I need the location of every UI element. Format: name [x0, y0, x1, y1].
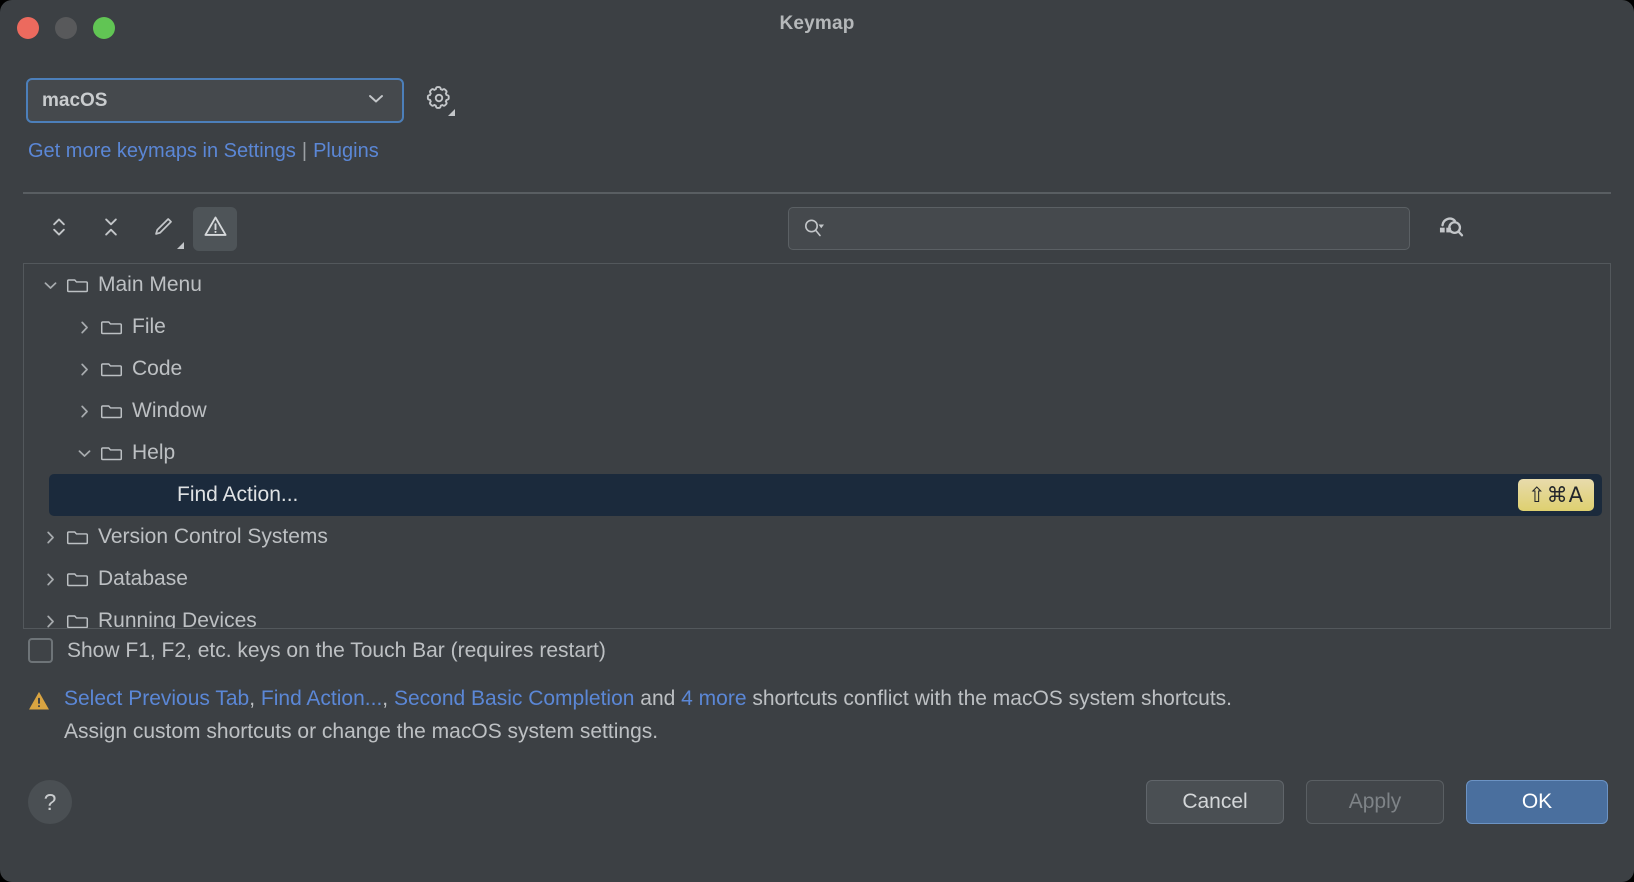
search-input[interactable]	[833, 218, 1397, 239]
conflict-link-2[interactable]: Find Action...	[261, 687, 382, 710]
tree-toolbar	[23, 205, 1611, 257]
collapse-icon	[98, 214, 124, 245]
tree-row[interactable]: Window	[24, 390, 1610, 432]
collapse-all-button[interactable]	[89, 207, 133, 251]
warning-triangle-icon	[26, 688, 52, 748]
edit-shortcut-button[interactable]	[141, 207, 185, 251]
ok-button[interactable]: OK	[1466, 780, 1608, 824]
tree-row[interactable]: Main Menu	[24, 264, 1610, 306]
comma-2: ,	[382, 687, 394, 710]
folder-icon	[62, 568, 92, 591]
conflict-link-1[interactable]: Select Previous Tab	[64, 687, 249, 710]
tree-row-label: Running Devices	[98, 609, 257, 629]
chevron-right-icon[interactable]	[38, 613, 62, 630]
folder-icon	[62, 610, 92, 630]
chevron-right-icon[interactable]	[38, 529, 62, 546]
tree-row-label: Window	[132, 399, 207, 423]
keymap-selector-row: macOS	[26, 78, 456, 123]
keymap-tree[interactable]: Main MenuFileCodeWindowHelpFind Action..…	[23, 263, 1611, 629]
keymap-links: Get more keymaps in Settings|Plugins	[28, 140, 379, 163]
conflict-link-more[interactable]: 4 more	[681, 687, 746, 710]
chevron-down-icon[interactable]	[72, 445, 96, 462]
tree-row-label: Help	[132, 441, 175, 465]
plugins-link[interactable]: Plugins	[313, 140, 379, 162]
conflict-warning-line1: Select Previous Tab, Find Action..., Sec…	[64, 682, 1232, 715]
show-conflicts-button[interactable]	[193, 207, 237, 251]
dropdown-triangle-icon	[177, 242, 184, 249]
touch-bar-checkbox-label: Show F1, F2, etc. keys on the Touch Bar …	[67, 639, 606, 663]
tree-row-label: Find Action...	[177, 483, 298, 507]
touch-bar-checkbox-row[interactable]: Show F1, F2, etc. keys on the Touch Bar …	[28, 638, 606, 663]
tree-row[interactable]: Version Control Systems	[24, 516, 1610, 558]
conflict-warning: Select Previous Tab, Find Action..., Sec…	[26, 682, 1611, 748]
section-divider	[23, 192, 1611, 194]
search-field[interactable]	[788, 207, 1410, 250]
find-by-shortcut-button[interactable]	[1428, 208, 1472, 250]
keymap-dropdown-value: macOS	[42, 90, 107, 112]
tree-row-selected[interactable]: Find Action... ⇧⌘A	[49, 474, 1602, 516]
tree-row[interactable]: Help	[24, 432, 1610, 474]
pencil-icon	[150, 214, 176, 245]
chevron-right-icon[interactable]	[38, 571, 62, 588]
folder-icon	[62, 274, 92, 297]
conflict-tail-text: shortcuts conflict with the macOS system…	[747, 687, 1233, 710]
tree-row-label: File	[132, 315, 166, 339]
keymap-dropdown[interactable]: macOS	[26, 78, 404, 123]
tree-row-label: Version Control Systems	[98, 525, 328, 549]
folder-icon	[96, 442, 126, 465]
folder-icon	[96, 316, 126, 339]
dropdown-triangle-icon	[448, 109, 455, 116]
expand-collapse-icon	[46, 214, 72, 245]
warning-triangle-icon	[202, 213, 229, 245]
chevron-right-icon[interactable]	[72, 361, 96, 378]
apply-button[interactable]: Apply	[1306, 780, 1444, 824]
chevron-right-icon[interactable]	[72, 319, 96, 336]
dialog-buttons: Cancel Apply OK	[1146, 780, 1608, 824]
find-by-shortcut-icon	[1435, 212, 1465, 247]
conflict-warning-line2: Assign custom shortcuts or change the ma…	[64, 715, 1232, 748]
tree-row[interactable]: Database	[24, 558, 1610, 600]
title-bar: Keymap	[0, 0, 1634, 56]
and-text: and	[634, 687, 681, 710]
folder-icon	[96, 400, 126, 423]
keymap-settings-button[interactable]	[422, 84, 456, 118]
search-icon[interactable]	[801, 216, 827, 242]
toolbar-buttons	[37, 207, 237, 251]
page-title: Keymap	[0, 13, 1634, 35]
conflict-warning-text: Select Previous Tab, Find Action..., Sec…	[64, 682, 1232, 748]
touch-bar-checkbox[interactable]	[28, 638, 53, 663]
get-more-keymaps-link[interactable]: Get more keymaps in Settings	[28, 140, 296, 162]
tree-row-label: Database	[98, 567, 188, 591]
link-separator: |	[296, 140, 313, 162]
folder-icon	[62, 526, 92, 549]
help-button[interactable]: ?	[28, 780, 72, 824]
tree-row-label: Code	[132, 357, 182, 381]
comma-1: ,	[249, 687, 261, 710]
folder-icon	[96, 358, 126, 381]
expand-all-button[interactable]	[37, 207, 81, 251]
tree-row[interactable]: Code	[24, 348, 1610, 390]
shortcut-badge: ⇧⌘A	[1518, 479, 1594, 511]
conflict-link-3[interactable]: Second Basic Completion	[394, 687, 634, 710]
chevron-right-icon[interactable]	[72, 403, 96, 420]
tree-row-label: Main Menu	[98, 273, 202, 297]
tree-row[interactable]: File	[24, 306, 1610, 348]
chevron-down-icon[interactable]	[38, 277, 62, 294]
cancel-button[interactable]: Cancel	[1146, 780, 1284, 824]
tree-row[interactable]: Running Devices	[24, 600, 1610, 629]
keymap-dialog: Keymap macOS Get more keymaps in Setting…	[0, 0, 1634, 882]
chevron-down-icon	[366, 88, 386, 113]
